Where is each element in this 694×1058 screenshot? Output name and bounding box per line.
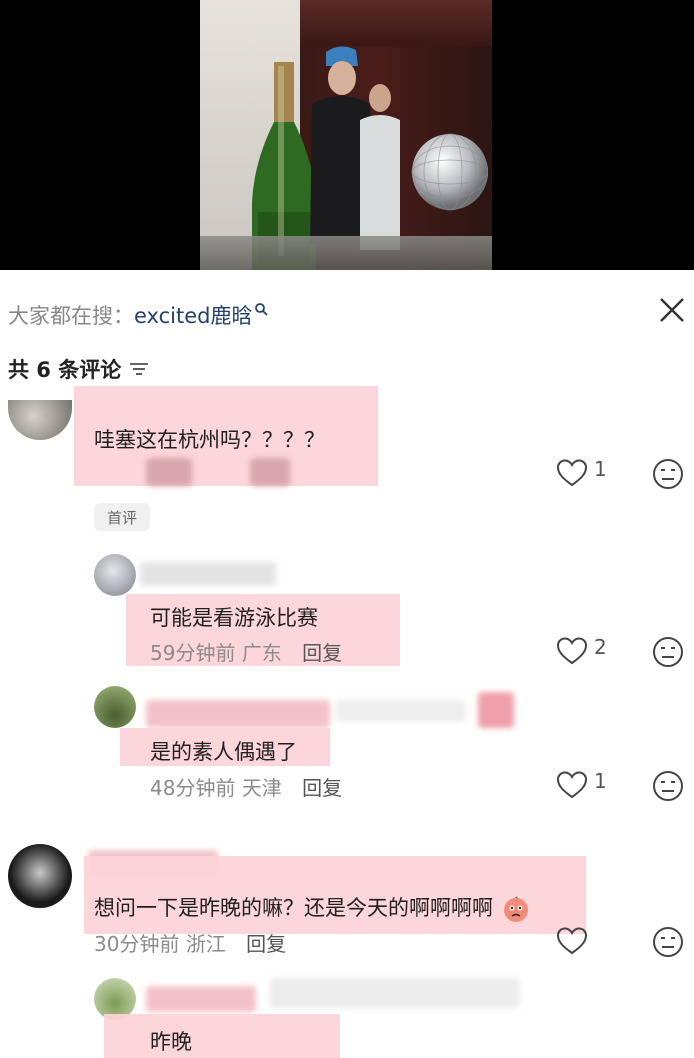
search-icon (255, 303, 269, 316)
reply-button[interactable]: 回复 (302, 776, 342, 800)
heart-icon (556, 637, 588, 665)
emoji-icon[interactable] (652, 770, 684, 802)
video-player[interactable] (0, 0, 694, 270)
first-comment-tag: 首评 (94, 503, 150, 531)
comment-count-label: 共 6 条评论 (8, 358, 122, 382)
video-frame (200, 0, 492, 270)
comment-location: 广东 (241, 641, 282, 665)
comment-meta: 59分钟前 广东 回复 (150, 637, 342, 666)
heart-icon (556, 927, 588, 955)
close-icon[interactable] (656, 294, 688, 326)
blurred-username (146, 700, 330, 728)
like-count: 2 (594, 635, 607, 659)
emoji-icon[interactable] (652, 458, 684, 490)
comment-time: 48分钟前 (150, 776, 236, 800)
avatar[interactable] (94, 686, 136, 728)
comment-time: 30分钟前 (94, 932, 180, 956)
comment-location: 天津 (241, 776, 282, 800)
trending-search-term[interactable]: excited鹿晗 (134, 300, 252, 330)
blurred-meta (146, 458, 192, 486)
disco-ball-image (411, 133, 488, 211)
person-white-shirt-image (360, 84, 400, 250)
comment-text: 昨晚 (150, 1030, 192, 1054)
reply-button[interactable]: 回复 (246, 932, 286, 956)
heart-icon (556, 459, 588, 487)
like-button[interactable]: 1 (556, 769, 607, 800)
emoji-icon[interactable] (652, 926, 684, 958)
comment-count: 共 6 条评论 (8, 354, 149, 384)
comment-text: 可能是看游泳比赛 (150, 606, 318, 630)
comment-text: 哇塞这在杭州吗？？？？ (94, 428, 325, 452)
like-count: 1 (594, 457, 607, 481)
avatar[interactable] (8, 844, 72, 908)
comment-text: 想问一下是昨晚的嘛？还是今天的啊啊啊啊 (94, 892, 530, 923)
like-count: 1 (594, 769, 607, 793)
reply-button[interactable]: 回复 (302, 641, 342, 665)
avatar[interactable] (94, 554, 136, 596)
comment-meta: 30分钟前 浙江 回复 (94, 928, 286, 957)
comment-location: 浙江 (185, 932, 226, 956)
like-button[interactable]: 2 (556, 635, 607, 666)
crying-emoji-icon (503, 896, 528, 922)
trending-search[interactable]: 大家都在搜： excited鹿晗 (8, 300, 269, 330)
like-button[interactable]: 1 (556, 457, 607, 488)
blurred-badge (478, 692, 514, 728)
like-button[interactable] (556, 926, 594, 956)
sort-icon[interactable] (129, 361, 149, 377)
heart-icon (556, 771, 588, 799)
trending-search-prefix: 大家都在搜： (8, 304, 134, 328)
blurred-username (146, 986, 256, 1012)
blurred-username (140, 562, 276, 586)
avatar[interactable] (8, 400, 72, 440)
emoji-icon[interactable] (652, 636, 684, 668)
comment-time: 59分钟前 (150, 641, 236, 665)
comment-meta: 48分钟前 天津 回复 (150, 772, 342, 801)
comment-text: 是的素人偶遇了 (150, 740, 297, 764)
